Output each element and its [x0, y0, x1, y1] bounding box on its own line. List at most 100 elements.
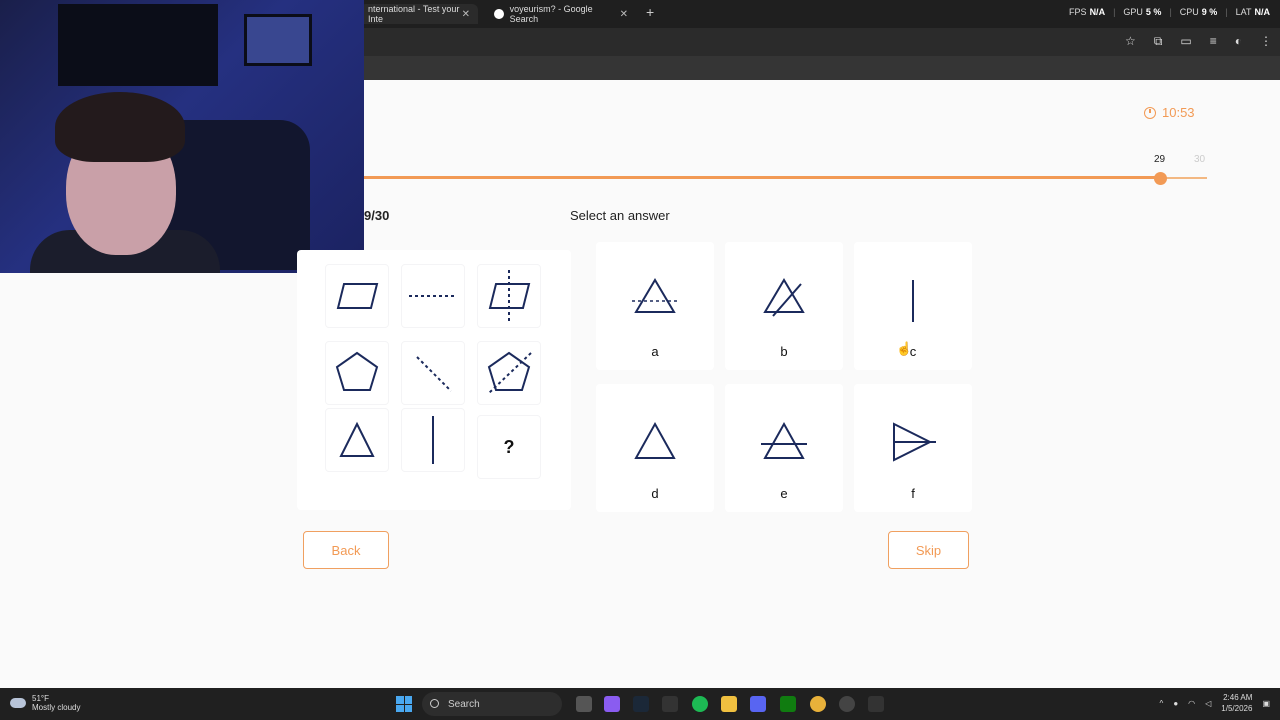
progress-max: 30	[1194, 154, 1206, 165]
wifi-icon[interactable]: ◠	[1188, 699, 1195, 708]
triangle-diagonal-shape	[763, 278, 805, 317]
stat-lat: LAT N/A	[1236, 7, 1270, 17]
weather-text: 51°F Mostly cloudy	[32, 694, 80, 712]
app-icon[interactable]	[839, 696, 855, 712]
triangle-dashed-shape	[632, 278, 678, 313]
puzzle-cell-triangle	[325, 408, 389, 472]
answer-label: a	[651, 344, 659, 359]
puzzle-cell-missing: ?	[477, 415, 541, 479]
tab-test[interactable]: nternational - Test your Inte ✕	[360, 4, 478, 24]
steam-icon[interactable]	[633, 696, 649, 712]
answer-option-f[interactable]: f	[854, 384, 972, 512]
select-answer-heading: Select an answer	[570, 208, 670, 223]
windows-start-icon[interactable]	[396, 696, 412, 712]
divider: |	[1225, 7, 1228, 17]
stat-label: GPU	[1123, 7, 1143, 17]
rotated-triangle-line-shape	[893, 422, 936, 462]
answer-label: e	[780, 486, 788, 501]
performance-overlay: FPS N/A | GPU 5 % | CPU 9 % | LAT N/A	[1069, 7, 1270, 17]
question-counter: 9/30	[364, 208, 390, 223]
media-icon[interactable]: ≡	[1210, 34, 1217, 49]
stat-value: 9 %	[1201, 7, 1218, 17]
volume-icon[interactable]: ◁	[1205, 699, 1211, 708]
system-tray: ^ ● ◠ ◁ 2:46 AM 1/5/2026 ▣	[1160, 692, 1270, 714]
clock[interactable]: 2:46 AM 1/5/2026	[1221, 692, 1252, 714]
stat-cpu: CPU 9 %	[1180, 7, 1218, 17]
chrome-icon[interactable]	[810, 696, 826, 712]
epic-launcher-icon[interactable]	[868, 696, 884, 712]
weather-widget[interactable]: 51°F Mostly cloudy	[10, 694, 80, 712]
puzzle-cell-pentagon-dashed	[477, 341, 541, 405]
puzzle-cell-diagonal-dashed	[401, 341, 465, 405]
taskbar-search[interactable]: Search	[422, 692, 562, 716]
puzzle-cell-horizontal-dashed	[401, 264, 465, 328]
taskbar: 51°F Mostly cloudy Search ^ ● ◠ ◁ 2:46 A…	[0, 688, 1280, 720]
answer-option-b[interactable]: b	[725, 242, 843, 370]
progress-fill	[364, 176, 1159, 179]
divider: |	[1169, 7, 1172, 17]
notification-icon[interactable]: ▣	[1262, 699, 1270, 708]
stat-label: LAT	[1235, 7, 1252, 17]
skip-button[interactable]: Skip	[888, 531, 969, 569]
pentagon-shape	[335, 351, 379, 391]
puzzle-cell-vertical-line	[401, 408, 465, 472]
question-mark: ?	[503, 436, 515, 457]
webcam-overlay	[0, 0, 364, 273]
diagonal-dashed-shape	[416, 356, 452, 392]
progress-bar	[364, 176, 1207, 179]
stat-value: N/A	[1254, 7, 1271, 17]
answer-label: c	[909, 344, 917, 359]
profile-icon[interactable]: ◐	[1235, 34, 1242, 49]
answer-option-c[interactable]: c	[854, 242, 972, 370]
close-icon[interactable]: ✕	[462, 9, 470, 20]
answer-option-d[interactable]: d	[596, 384, 714, 512]
progress-current: 29	[1154, 154, 1166, 165]
search-icon	[430, 699, 439, 708]
stat-value: 5 %	[1145, 7, 1162, 17]
timer-value: 10:53	[1162, 105, 1195, 120]
weather-condition: Mostly cloudy	[32, 703, 81, 712]
puzzle-grid: ?	[297, 250, 571, 510]
divider: |	[1113, 7, 1116, 17]
dashed-line-shape	[409, 295, 457, 297]
triangle-horizontal-line-shape	[761, 421, 807, 459]
time: 2:46 AM	[1223, 693, 1253, 702]
stat-fps: FPS N/A	[1069, 7, 1105, 17]
search-placeholder: Search	[448, 698, 480, 710]
discord-icon[interactable]	[750, 696, 766, 712]
answer-label: f	[911, 486, 915, 501]
tab-title: nternational - Test your Inte	[368, 4, 460, 24]
stat-label: FPS	[1069, 7, 1087, 17]
clock-icon	[1144, 106, 1156, 119]
answer-label: b	[780, 344, 788, 359]
tab-google-search[interactable]: voyeurism? - Google Search ✕	[486, 4, 636, 24]
webcam-person-hair	[55, 92, 185, 162]
parallelogram-shape	[336, 283, 379, 309]
chevron-up-icon[interactable]: ^	[1160, 699, 1164, 708]
file-explorer-icon[interactable]	[576, 696, 592, 712]
cast-icon[interactable]: ▭	[1180, 34, 1191, 49]
close-icon[interactable]: ✕	[620, 9, 628, 20]
answer-label: d	[651, 486, 659, 501]
spotify-icon[interactable]	[692, 696, 708, 712]
xbox-icon[interactable]	[780, 696, 796, 712]
extensions-icon[interactable]: ⧉	[1154, 34, 1163, 49]
puzzle-cell-parallelogram	[325, 264, 389, 328]
vertical-line-shape	[432, 416, 434, 464]
folder-icon[interactable]	[721, 696, 737, 712]
webcam-picture-frame	[244, 14, 312, 66]
back-button[interactable]: Back	[303, 531, 389, 569]
google-icon	[494, 9, 504, 19]
star-icon[interactable]: ☆	[1125, 34, 1136, 49]
menu-icon[interactable]: ⋮	[1260, 34, 1272, 49]
answer-option-e[interactable]: e	[725, 384, 843, 512]
new-tab-button[interactable]: +	[646, 4, 654, 20]
epic-games-icon[interactable]	[662, 696, 678, 712]
microphone-icon[interactable]: ●	[1173, 699, 1178, 708]
copilot-icon[interactable]	[604, 696, 620, 712]
answer-option-a[interactable]: a	[596, 242, 714, 370]
webcam-background	[58, 4, 218, 86]
date: 1/5/2026	[1221, 704, 1253, 713]
temperature: 51°F	[32, 694, 49, 703]
cloud-icon	[10, 698, 26, 708]
